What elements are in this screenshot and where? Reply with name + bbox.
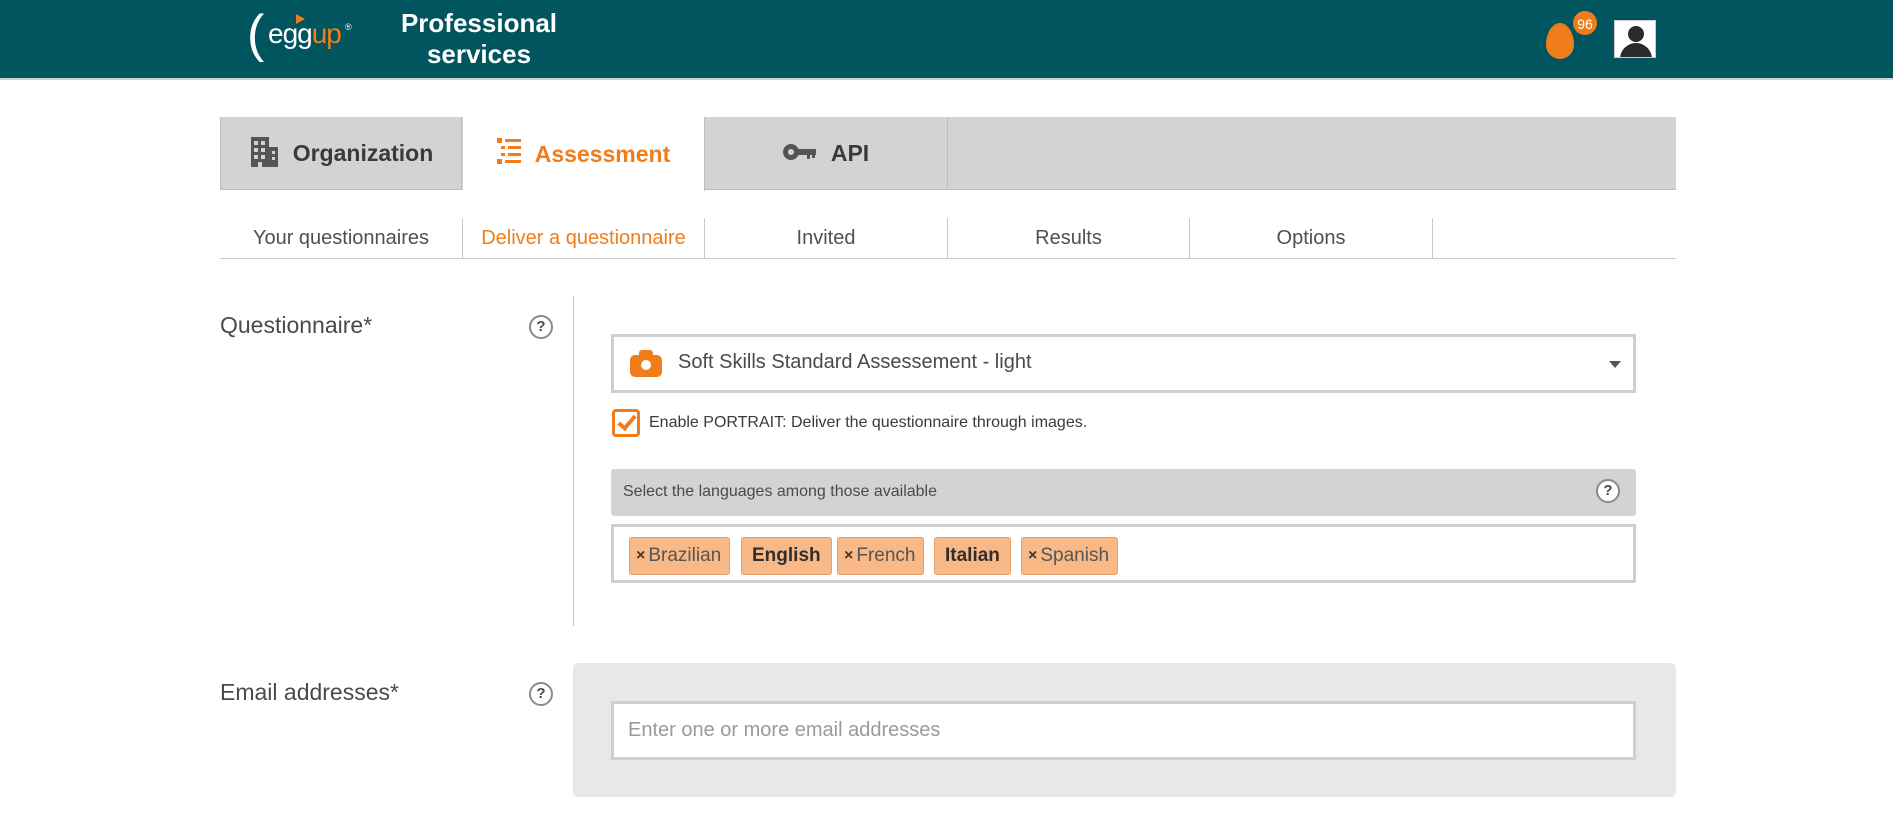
language-tag-english: English: [741, 537, 832, 575]
portrait-checkbox[interactable]: [612, 409, 640, 437]
checkmark-icon: [617, 410, 637, 432]
logo-text-up: up: [311, 18, 342, 49]
remove-tag-icon[interactable]: ×: [1028, 547, 1037, 565]
email-panel: [573, 663, 1676, 797]
tab-assessment-label: Assessment: [534, 140, 671, 167]
tab-api-label: API: [830, 140, 870, 166]
portrait-checkbox-label: Enable PORTRAIT: Deliver the questionnai…: [649, 414, 1088, 431]
questionnaire-select[interactable]: Soft Skills Standard Assessement - light: [611, 334, 1636, 393]
logo-text-egg: egg: [268, 18, 313, 49]
list-icon: [496, 137, 521, 171]
tab-organization[interactable]: Organization: [220, 117, 462, 190]
subtab-deliver-questionnaire[interactable]: Deliver a questionnaire: [463, 218, 705, 258]
questionnaire-selected-value: Soft Skills Standard Assessement - light: [678, 351, 1032, 373]
subtab-invited[interactable]: Invited: [705, 218, 948, 258]
language-tag-label: Brazilian: [648, 545, 722, 566]
languages-header: Select the languages among those availab…: [611, 469, 1636, 516]
remove-tag-icon[interactable]: ×: [636, 547, 645, 565]
key-icon: [782, 140, 817, 167]
questionnaire-help-icon[interactable]: ?: [529, 315, 553, 339]
notification-badge: 96: [1572, 10, 1598, 36]
app-title: Professional services: [398, 8, 560, 70]
language-tag-label: English: [752, 545, 821, 566]
email-help-icon[interactable]: ?: [529, 682, 553, 706]
language-tag-label: French: [856, 545, 916, 566]
language-tag-spanish: × Spanish: [1021, 537, 1119, 575]
email-label: Email addresses*: [220, 679, 399, 705]
logo-arrow-icon: [296, 14, 305, 24]
notifications-button[interactable]: 96: [1546, 10, 1598, 59]
languages-label: Select the languages among those availab…: [623, 483, 937, 500]
user-icon-body: [1620, 43, 1652, 57]
building-icon: [249, 135, 279, 173]
camera-icon: [630, 349, 662, 377]
language-tag-label: Italian: [945, 545, 1000, 566]
language-tag-label: Spanish: [1040, 545, 1110, 566]
email-input[interactable]: [611, 701, 1636, 760]
user-icon-head: [1628, 26, 1644, 42]
language-tag-brazilian: × Brazilian: [629, 537, 731, 575]
questionnaire-label: Questionnaire*: [220, 312, 373, 338]
user-avatar[interactable]: [1614, 20, 1656, 58]
app-title-line1: Professional: [400, 8, 558, 38]
languages-help-icon[interactable]: ?: [1596, 479, 1620, 503]
tab-organization-label: Organization: [292, 140, 434, 166]
tab-assessment[interactable]: Assessment: [463, 117, 705, 191]
logo-bracket: (: [247, 5, 265, 63]
top-header: ( eggup ® Professional services 96: [0, 0, 1893, 80]
sub-tabs: Your questionnaires Deliver a questionna…: [220, 218, 1676, 259]
chevron-down-icon: [1609, 361, 1621, 368]
app-title-line2: services: [426, 39, 532, 69]
main-tabs: Organization Assessment API: [220, 117, 1676, 191]
logo-registered-mark: ®: [345, 22, 352, 32]
subtab-empty: [1433, 218, 1676, 258]
subtab-options[interactable]: Options: [1190, 218, 1433, 258]
tab-api[interactable]: API: [705, 117, 948, 190]
subtab-your-questionnaires[interactable]: Your questionnaires: [220, 218, 463, 258]
subtab-results[interactable]: Results: [948, 218, 1190, 258]
remove-tag-icon[interactable]: ×: [844, 547, 853, 565]
section-divider: [573, 296, 574, 626]
language-tag-italian: Italian: [934, 537, 1011, 575]
egg-icon: [1546, 23, 1574, 59]
languages-tag-input[interactable]: × Brazilian English × French Italian × S…: [611, 524, 1636, 583]
language-tag-french: × French: [837, 537, 925, 575]
